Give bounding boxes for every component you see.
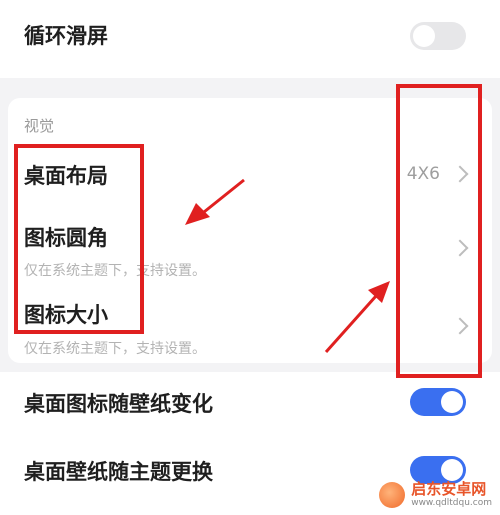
icon-size-hint: 仅在系统主题下，支持设置。 <box>24 341 206 357</box>
loop-scroll-label: 循环滑屏 <box>24 24 108 48</box>
watermark: 启东安卓网 www.qdltdqu.com <box>379 481 492 509</box>
section-label-visual: 视觉 <box>24 117 55 135</box>
toggle-knob <box>441 391 463 413</box>
watermark-name: 启东安卓网 <box>411 480 487 498</box>
annotation-box-labels <box>14 144 144 334</box>
toggle-knob <box>441 459 463 481</box>
icon-follow-wallpaper-toggle[interactable] <box>410 388 466 416</box>
loop-scroll-row[interactable]: 循环滑屏 <box>0 0 500 78</box>
loop-scroll-toggle[interactable] <box>410 22 466 50</box>
watermark-logo-icon <box>379 482 406 508</box>
icon-follow-wallpaper-label: 桌面图标随壁纸变化 <box>24 392 213 416</box>
icon-follow-wallpaper-row[interactable]: 桌面图标随壁纸变化 <box>0 372 500 434</box>
annotation-box-values <box>396 84 482 378</box>
wallpaper-follow-theme-label: 桌面壁纸随主题更换 <box>24 460 213 484</box>
watermark-url: www.qdltdqu.com <box>411 498 492 508</box>
toggle-knob <box>413 25 435 47</box>
